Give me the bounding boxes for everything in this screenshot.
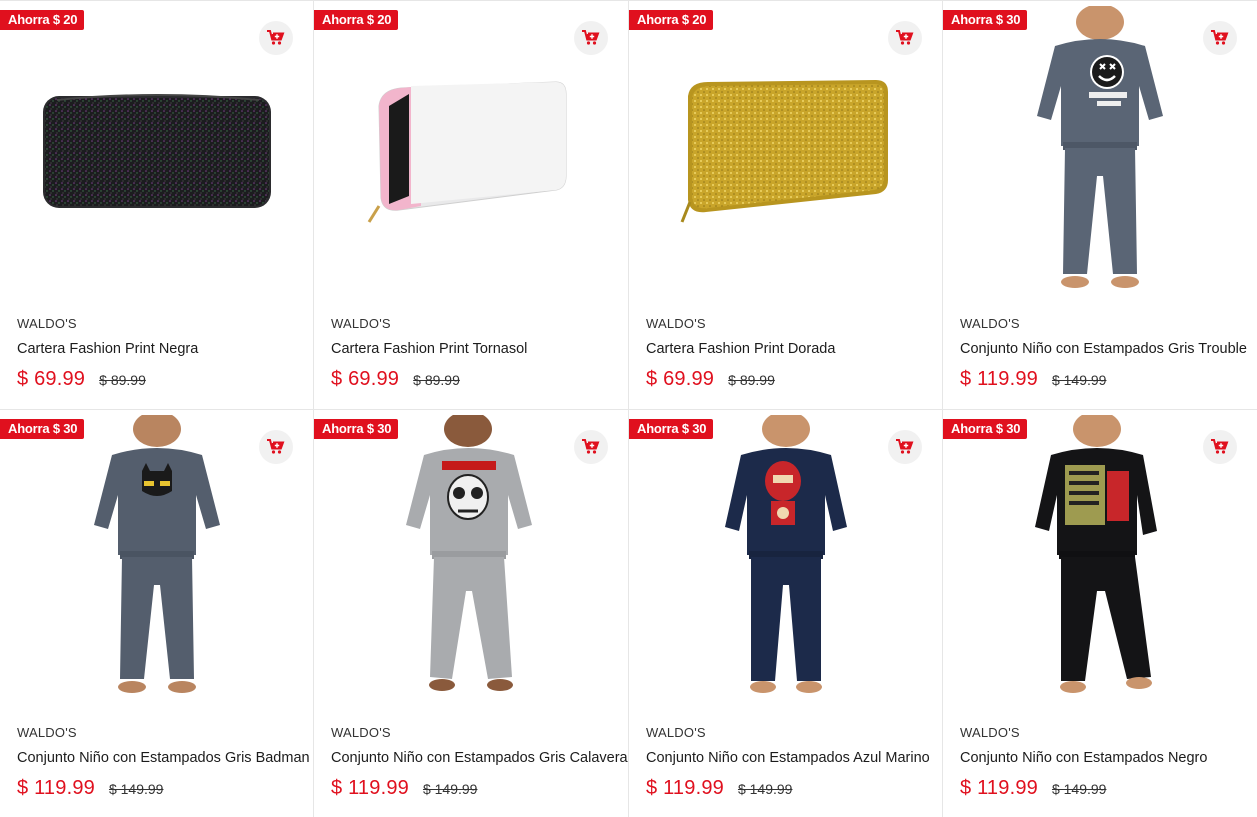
price-row: $ 119.99 $ 149.99 [331,777,477,800]
price-row: $ 119.99 $ 149.99 [646,777,792,800]
discount-badge: Ahorra $ 30 [943,10,1028,30]
product-card[interactable]: Ahorra $ 30 WALDO'S Conjunto Niño con Es… [943,410,1257,817]
discount-badge: Ahorra $ 30 [0,419,85,439]
add-to-cart-button[interactable] [259,21,293,55]
add-to-cart-button[interactable] [1203,430,1237,464]
price-row: $ 119.99 $ 149.99 [17,777,163,800]
sale-price: $ 69.99 [17,368,86,390]
discount-badge: Ahorra $ 30 [943,419,1028,439]
price-row: $ 119.99 $ 149.99 [960,368,1106,391]
sale-price: $ 69.99 [646,368,715,390]
discount-badge: Ahorra $ 30 [314,419,399,439]
product-brand: WALDO'S [331,725,391,740]
product-brand: WALDO'S [960,725,1020,740]
sale-price: $ 119.99 [646,777,724,799]
original-price: $ 149.99 [1051,781,1107,797]
product-brand: WALDO'S [331,316,391,331]
add-to-cart-button[interactable] [259,430,293,464]
add-to-cart-icon [1211,30,1229,46]
product-card[interactable]: Ahorra $ 30 WALDO'S Conjunto Niño con Es… [0,410,314,817]
product-title[interactable]: Conjunto Niño con Estampados Gris Calave… [331,750,628,766]
product-title[interactable]: Conjunto Niño con Estampados Gris Badman [17,750,310,766]
product-card[interactable]: Ahorra $ 20 WALDO'S Cartera Fashion Prin… [314,1,629,410]
add-to-cart-button[interactable] [1203,21,1237,55]
product-card[interactable]: Ahorra $ 30 WALDO'S Conjunto Niño con Es… [943,1,1257,410]
product-title[interactable]: Conjunto Niño con Estampados Gris Troubl… [960,341,1247,357]
add-to-cart-button[interactable] [574,430,608,464]
price-row: $ 69.99 $ 89.99 [331,368,460,391]
original-price: $ 149.99 [1051,372,1107,388]
original-price: $ 149.99 [108,781,164,797]
add-to-cart-button[interactable] [888,430,922,464]
add-to-cart-icon [896,439,914,455]
product-brand: WALDO'S [646,725,706,740]
product-brand: WALDO'S [960,316,1020,331]
original-price: $ 149.99 [422,781,478,797]
add-to-cart-icon [896,30,914,46]
product-grid: Ahorra $ 20 WALDO'S Cartera Fashion Prin… [0,0,1257,817]
product-brand: WALDO'S [17,725,77,740]
add-to-cart-button[interactable] [574,21,608,55]
original-price: $ 89.99 [413,372,460,388]
sale-price: $ 119.99 [960,368,1038,390]
sale-price: $ 119.99 [17,777,95,799]
price-row: $ 69.99 $ 89.99 [17,368,146,391]
add-to-cart-icon [582,439,600,455]
add-to-cart-icon [582,30,600,46]
original-price: $ 149.99 [737,781,793,797]
discount-badge: Ahorra $ 30 [629,419,714,439]
product-card[interactable]: Ahorra $ 30 WALDO'S Conjunto Niño con Es… [314,410,629,817]
add-to-cart-icon [267,30,285,46]
product-brand: WALDO'S [646,316,706,331]
product-title[interactable]: Cartera Fashion Print Negra [17,341,198,357]
product-brand: WALDO'S [17,316,77,331]
discount-badge: Ahorra $ 20 [629,10,714,30]
product-title[interactable]: Cartera Fashion Print Dorada [646,341,835,357]
product-title[interactable]: Conjunto Niño con Estampados Azul Marino [646,750,930,766]
original-price: $ 89.99 [99,372,146,388]
product-card[interactable]: Ahorra $ 30 WALDO'S Conjunto Niño con Es… [629,410,943,817]
product-title[interactable]: Conjunto Niño con Estampados Negro [960,750,1207,766]
product-title[interactable]: Cartera Fashion Print Tornasol [331,341,527,357]
add-to-cart-button[interactable] [888,21,922,55]
sale-price: $ 119.99 [331,777,409,799]
original-price: $ 89.99 [728,372,775,388]
discount-badge: Ahorra $ 20 [314,10,399,30]
sale-price: $ 69.99 [331,368,400,390]
discount-badge: Ahorra $ 20 [0,10,85,30]
product-card[interactable]: Ahorra $ 20 WALDO'S Cartera Fashion Prin… [0,1,314,410]
price-row: $ 69.99 $ 89.99 [646,368,775,391]
sale-price: $ 119.99 [960,777,1038,799]
add-to-cart-icon [267,439,285,455]
add-to-cart-icon [1211,439,1229,455]
product-card[interactable]: Ahorra $ 20 WALDO'S Cartera Fashion Prin… [629,1,943,410]
price-row: $ 119.99 $ 149.99 [960,777,1106,800]
